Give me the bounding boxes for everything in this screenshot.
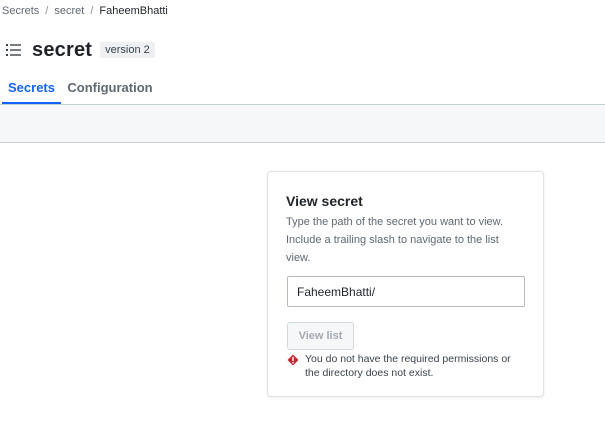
breadcrumb-item-secrets[interactable]: Secrets [2,5,39,17]
tab-bar: Secrets Configuration [0,70,605,104]
version-badge: version 2 [100,42,155,58]
page: Secrets / secret / FaheemBhatti secret versi… [0,0,605,428]
error-message: You do not have the required permissions… [287,352,527,380]
view-secret-card: View secret Type the path of the secret … [267,171,544,397]
breadcrumb-separator: / [90,5,94,17]
card-title: View secret [286,193,363,209]
view-list-button[interactable]: View list [287,322,354,350]
breadcrumb-item-current: FaheemBhatti [99,5,168,17]
toolbar [0,104,605,143]
secret-path-input[interactable] [287,276,525,307]
breadcrumb-separator: / [45,5,49,17]
page-header: secret version 2 [6,37,155,63]
tab-secrets[interactable]: Secrets [2,70,61,104]
breadcrumb-item-secret[interactable]: secret [54,5,84,17]
list-icon [6,43,22,57]
error-text: You do not have the required permissions… [305,353,511,379]
card-description: Type the path of the secret you want to … [286,216,504,264]
page-title: secret [32,38,93,61]
tab-configuration[interactable]: Configuration [67,70,152,104]
breadcrumb: Secrets / secret / FaheemBhatti [2,5,168,17]
warning-diamond-icon [287,353,299,366]
